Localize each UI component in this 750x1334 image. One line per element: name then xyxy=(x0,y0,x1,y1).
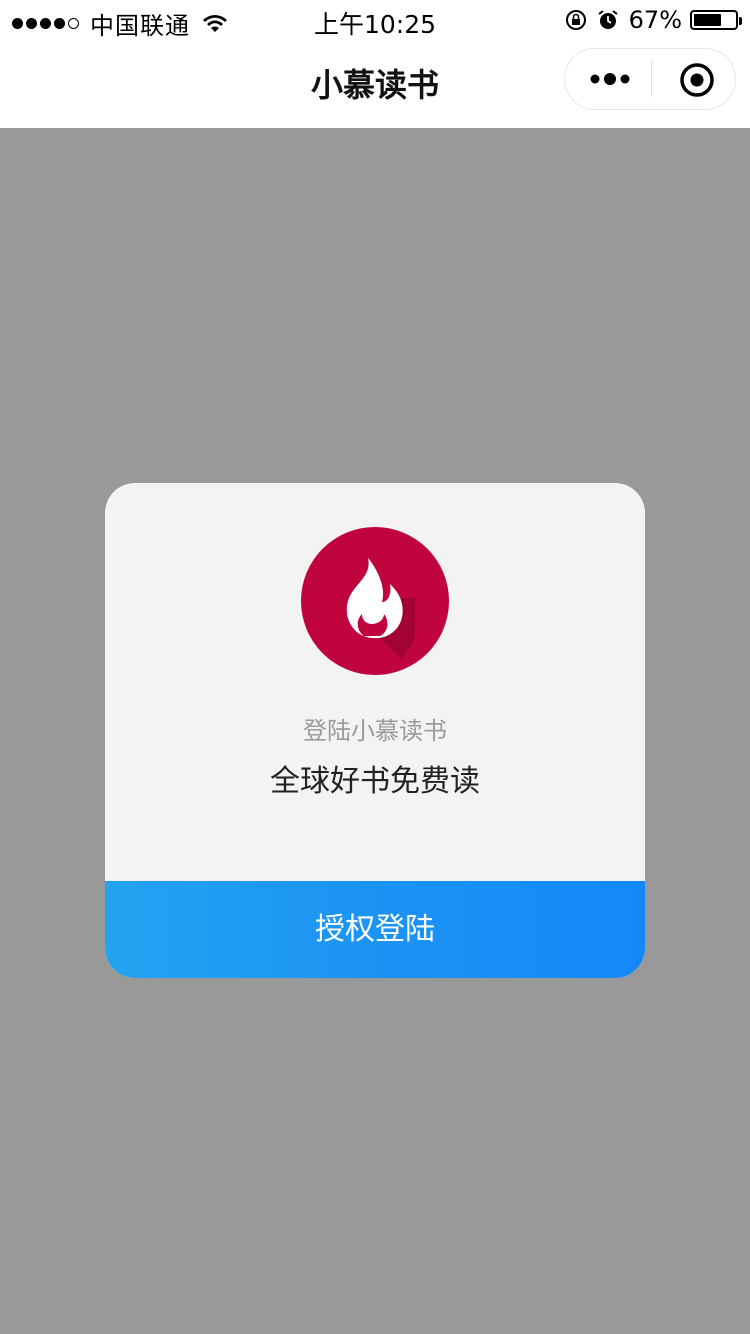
authorize-login-button[interactable]: 授权登陆 xyxy=(105,881,645,978)
login-subtitle: 登陆小慕读书 xyxy=(303,717,447,745)
status-bar: 中国联通 上午10:25 67% xyxy=(0,0,750,40)
close-target-icon[interactable] xyxy=(679,62,715,98)
capsule-divider xyxy=(651,61,652,97)
mini-program-capsule xyxy=(564,48,736,110)
login-dialog: 登陆小慕读书 全球好书免费读 授权登陆 xyxy=(105,483,645,978)
alarm-icon xyxy=(598,10,618,29)
orientation-lock-icon xyxy=(565,10,586,30)
battery-icon xyxy=(690,10,742,30)
battery-percent: 67% xyxy=(628,6,682,34)
status-right: 67% xyxy=(565,6,742,34)
login-headline: 全球好书免费读 xyxy=(270,764,480,799)
nav-bar: 小慕读书 xyxy=(0,40,750,128)
more-icon[interactable] xyxy=(587,65,633,93)
battery-fill xyxy=(694,14,721,26)
flame-icon xyxy=(301,527,449,675)
